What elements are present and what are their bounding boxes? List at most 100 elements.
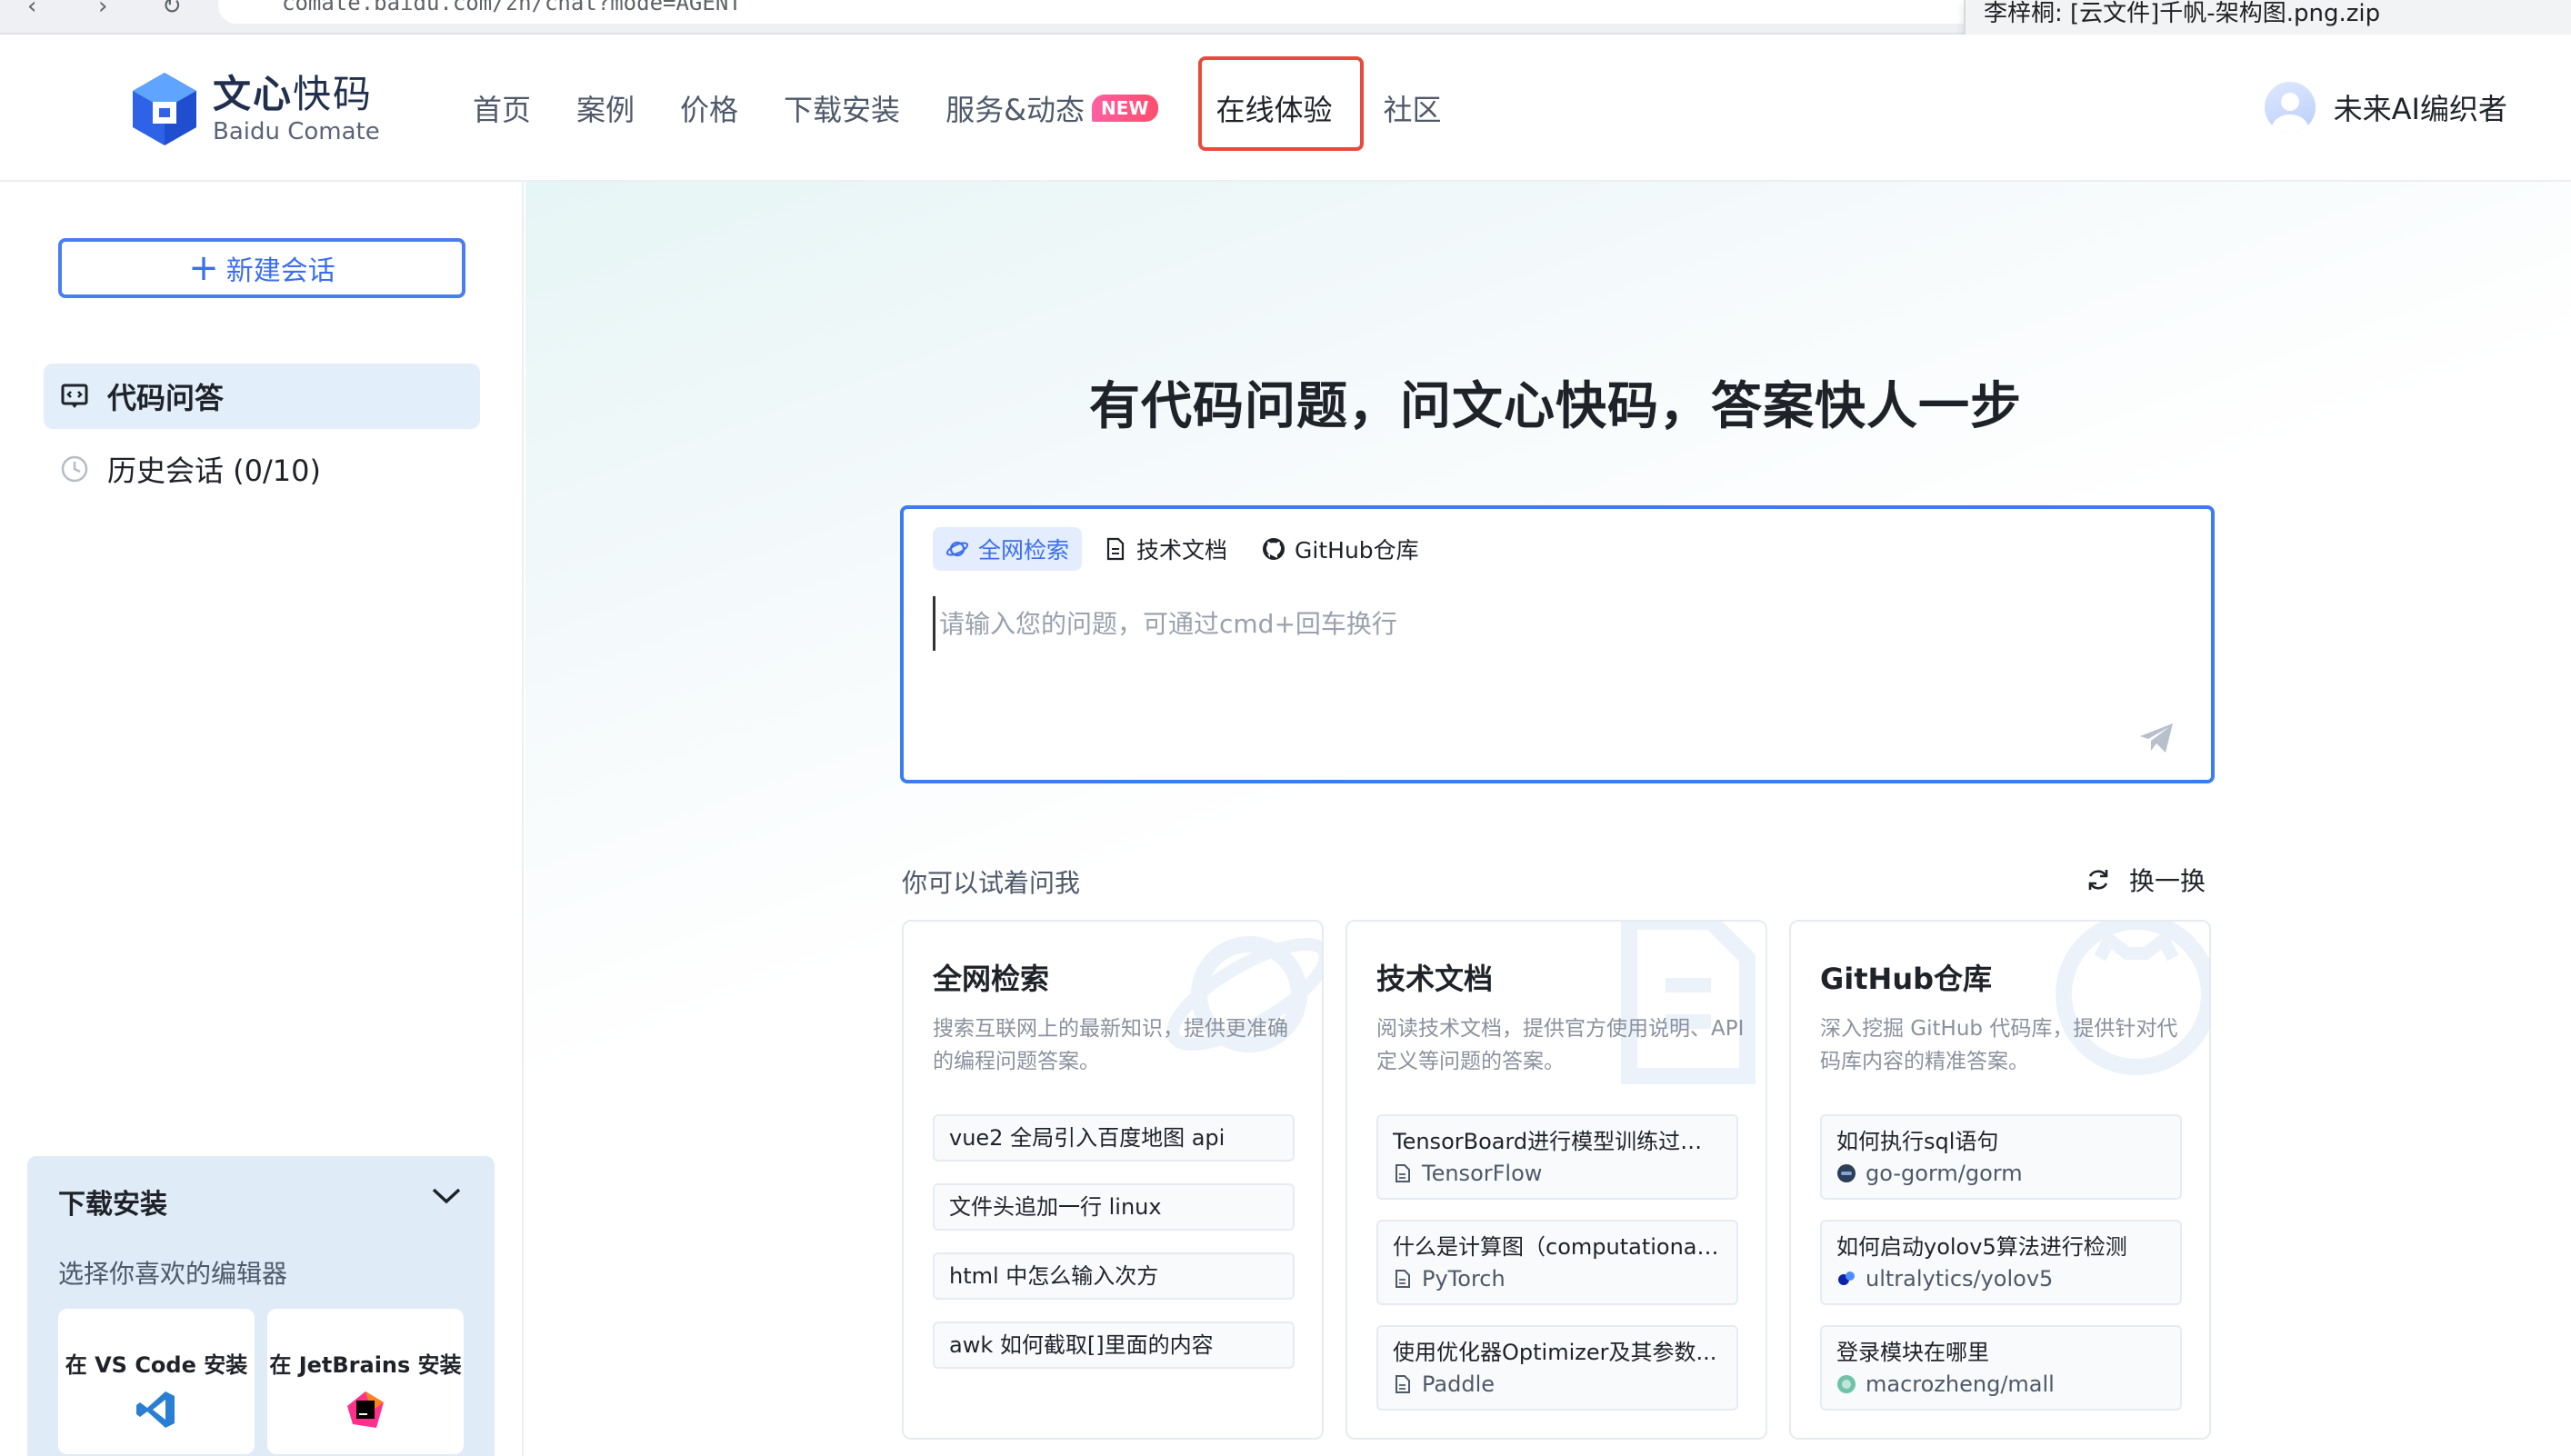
- refresh-label: 换一换: [2129, 866, 2206, 896]
- card-github: GitHub仓库 深入挖掘 GitHub 代码库，提供针对代码库内容的精准答案。…: [1789, 920, 2211, 1440]
- suggested-question[interactable]: 使用优化器Optimizer及其参数... Paddle: [1376, 1325, 1738, 1411]
- question-text: 什么是计算图（computational ...: [1393, 1234, 1722, 1260]
- question-source: PyTorch: [1393, 1263, 1722, 1294]
- clock-icon: [60, 454, 89, 484]
- tab-docs[interactable]: 技术文档: [1091, 527, 1240, 571]
- card-title: 全网检索: [933, 962, 1050, 996]
- vscode-install-label: 在 VS Code 安装: [65, 1352, 248, 1378]
- card-description: 搜索互联网上的最新知识，提供更准确的编程问题答案。: [933, 1017, 1288, 1073]
- question-source: TensorFlow: [1393, 1158, 1722, 1189]
- source-label: ultralytics/yolov5: [1866, 1266, 2054, 1291]
- suggested-question[interactable]: awk 如何截取[]里面的内容: [933, 1321, 1295, 1369]
- question-source: macrozheng/mall: [1836, 1369, 2166, 1400]
- suggested-question[interactable]: 如何启动yolov5算法进行检测 ultralytics/yolov5: [1820, 1220, 2182, 1305]
- site-header: 文心快码 Baidu Comate 首页 案例 价格 下载安装 服务&动态 NE…: [0, 35, 2571, 182]
- page-title: 有代码问题，问文心快码，答案快人一步: [1089, 377, 2022, 436]
- logo-title-light: 快码: [293, 72, 374, 116]
- chevron-down-icon[interactable]: [431, 1187, 462, 1205]
- nav-price[interactable]: 价格: [680, 87, 738, 129]
- nav-cases[interactable]: 案例: [576, 87, 635, 129]
- question-text: 如何启动yolov5算法进行检测: [1836, 1234, 2127, 1260]
- suggested-question[interactable]: 什么是计算图（computational ... PyTorch: [1376, 1220, 1738, 1305]
- mall-icon: [1836, 1374, 1856, 1394]
- card-title: 技术文档: [1376, 962, 1494, 996]
- send-icon[interactable]: [2138, 722, 2175, 754]
- nav-home[interactable]: 首页: [473, 87, 531, 129]
- question-source: Paddle: [1393, 1369, 1722, 1400]
- user-menu[interactable]: 未来AI编织者: [2264, 82, 2507, 133]
- address-bar[interactable]: comate.baidu.com/zh/chat?mode=AGENT: [218, 0, 2109, 24]
- source-label: macrozheng/mall: [1866, 1371, 2055, 1397]
- card-web-search: 全网检索 搜索互联网上的最新知识，提供更准确的编程问题答案。 vue2 全局引入…: [902, 920, 1324, 1440]
- download-title: 下载安装: [58, 1189, 167, 1221]
- card-title: GitHub仓库: [1820, 962, 1993, 996]
- chat-input-box[interactable]: 全网检索 技术文档 GitHub仓库: [900, 505, 2215, 783]
- source-label: go-gorm/gorm: [1866, 1161, 2023, 1186]
- question-text: 如何执行sql语句: [1836, 1129, 1999, 1154]
- nav-download[interactable]: 下载安装: [784, 87, 900, 129]
- logo-text: 文心快码 Baidu Comate: [213, 72, 380, 146]
- ultralytics-icon: [1836, 1269, 1856, 1289]
- sidebar-item-qa[interactable]: 代码问答: [44, 364, 480, 429]
- tab-label: 全网检索: [978, 537, 1070, 563]
- source-label: PyTorch: [1422, 1266, 1506, 1291]
- new-badge: NEW: [1092, 95, 1158, 122]
- refresh-button[interactable]: 换一换: [2086, 862, 2206, 898]
- question-text: 登录模块在哪里: [1836, 1340, 1989, 1365]
- chat-icon: [60, 382, 89, 411]
- question-source: go-gorm/gorm: [1836, 1158, 2166, 1189]
- download-subtitle: 选择你喜欢的编辑器: [58, 1259, 288, 1289]
- tab-label: GitHub仓库: [1295, 537, 1419, 563]
- back-icon[interactable]: ‹: [27, 0, 36, 18]
- sidebar: + 新建会话 代码问答 历史会话 (0/10) 下载安装 选择你喜欢的编辑器 在…: [0, 182, 524, 1456]
- suggested-question[interactable]: html 中怎么输入次方: [933, 1252, 1295, 1300]
- suggested-question[interactable]: 文件头追加一行 linux: [933, 1183, 1295, 1231]
- mode-tabs: 全网检索 技术文档 GitHub仓库: [933, 527, 1441, 571]
- highlight-box: [1197, 56, 1364, 151]
- comate-logo-icon: [133, 73, 196, 145]
- github-icon: [1262, 537, 1286, 561]
- new-chat-button[interactable]: + 新建会话: [58, 238, 465, 298]
- suggestions-title: 你可以试着问我: [902, 868, 1081, 898]
- jetbrains-icon: [347, 1391, 384, 1428]
- document-icon: [1393, 1163, 1413, 1183]
- suggested-question[interactable]: vue2 全局引入百度地图 api: [933, 1114, 1295, 1162]
- document-icon: [1393, 1374, 1413, 1394]
- logo-subtitle: Baidu Comate: [213, 118, 380, 145]
- card-docs: 技术文档 阅读技术文档，提供官方使用说明、API定义等问题的答案。 Tensor…: [1346, 920, 1767, 1440]
- nav-community[interactable]: 社区: [1384, 87, 1442, 129]
- question-text: 使用优化器Optimizer及其参数...: [1393, 1340, 1717, 1365]
- jetbrains-install-button[interactable]: 在 JetBrains 安装: [267, 1309, 464, 1454]
- suggested-question[interactable]: 登录模块在哪里 macrozheng/mall: [1820, 1325, 2182, 1411]
- nav-service[interactable]: 服务&动态 NEW: [945, 87, 1158, 129]
- tab-label: 技术文档: [1136, 537, 1228, 563]
- tab-web-search[interactable]: 全网检索: [933, 527, 1083, 571]
- suggested-question[interactable]: 如何执行sql语句 go-gorm/gorm: [1820, 1114, 2182, 1200]
- sidebar-item-history[interactable]: 历史会话 (0/10): [44, 436, 480, 502]
- jetbrains-install-label: 在 JetBrains 安装: [269, 1352, 462, 1378]
- logo[interactable]: 文心快码 Baidu Comate: [129, 71, 380, 147]
- source-label: Paddle: [1422, 1371, 1496, 1397]
- logo-title-bold: 文心: [213, 72, 294, 116]
- main-nav: 首页 案例 价格 下载安装 服务&动态 NEW 在线体验 社区: [473, 35, 1487, 182]
- card-description: 阅读技术文档，提供官方使用说明、API定义等问题的答案。: [1376, 1017, 1745, 1073]
- user-name: 未来AI编织者: [2333, 92, 2507, 126]
- question-input[interactable]: [933, 596, 2151, 651]
- new-chat-label: 新建会话: [225, 255, 335, 287]
- document-icon: [1104, 537, 1127, 561]
- nav-online[interactable]: 在线体验: [1197, 56, 1364, 151]
- main-content: 有代码问题，问文心快码，答案快人一步 全网检索 技术文档 GitHub仓库 请输…: [525, 182, 2571, 1456]
- source-label: TensorFlow: [1422, 1161, 1543, 1186]
- logo-title: 文心快码: [213, 72, 380, 117]
- nav-service-label: 服务&动态: [945, 93, 1085, 127]
- tab-github[interactable]: GitHub仓库: [1249, 527, 1432, 571]
- question-text: TensorBoard进行模型训练过程...: [1393, 1129, 1722, 1154]
- forward-icon[interactable]: ›: [98, 0, 107, 18]
- plus-icon: +: [188, 247, 219, 289]
- avatar: [2264, 82, 2316, 133]
- vscode-install-button[interactable]: 在 VS Code 安装: [58, 1309, 255, 1454]
- reload-icon[interactable]: ↻: [162, 0, 182, 18]
- suggested-question[interactable]: TensorBoard进行模型训练过程... TensorFlow: [1376, 1114, 1738, 1200]
- sidebar-item-label: 历史会话 (0/10): [107, 454, 322, 488]
- gorm-icon: [1836, 1163, 1856, 1183]
